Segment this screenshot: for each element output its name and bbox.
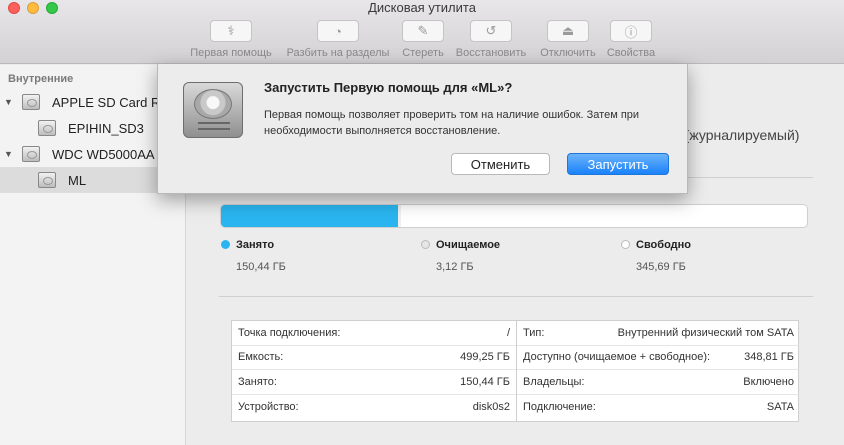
toolbar-info-label: Свойства xyxy=(606,47,656,59)
info-value: disk0s2 xyxy=(472,400,510,413)
toolbar-partition[interactable]: ◔ Разбить на разделы xyxy=(283,20,393,59)
drive-vent xyxy=(198,122,230,130)
info-key: Владельцы: xyxy=(523,375,585,388)
info-value: 499,25 ГБ xyxy=(460,351,510,364)
toolbar-erase-label: Стереть xyxy=(402,47,444,59)
legend-used-label: Занято xyxy=(236,239,275,251)
disk-icon xyxy=(22,94,40,110)
legend-used: Занято 150,44 ГБ xyxy=(221,237,286,273)
legend-purgeable: Очищаемое 3,12 ГБ xyxy=(421,237,500,273)
disk-icon xyxy=(22,146,40,162)
dialog-message: Первая помощь позволяет проверить том на… xyxy=(264,109,640,137)
sidebar-item-label: EPIHIN_SD3 xyxy=(68,120,144,136)
volume-type-text: d (журналируемый) xyxy=(673,127,800,143)
dialog-title: Запустить Первую помощь для «ML»? xyxy=(264,80,513,95)
stethoscope-icon[interactable]: ⚕ xyxy=(210,20,252,42)
sidebar-header: Внутренние xyxy=(8,73,74,85)
drive-platter xyxy=(194,89,232,119)
info-row: Тип: Внутренний физический том SATA xyxy=(517,321,800,346)
divider xyxy=(219,296,813,297)
legend-used-value: 150,44 ГБ xyxy=(236,261,286,273)
info-row: Устройство: disk0s2 xyxy=(232,395,516,420)
info-row: Подключение: SATA xyxy=(517,395,800,420)
info-key: Подключение: xyxy=(523,400,596,413)
disclosure-triangle-icon[interactable]: ▼ xyxy=(4,149,14,159)
info-value: Внутренний физический том SATA xyxy=(617,326,794,339)
info-value: / xyxy=(506,326,510,339)
unmount-icon[interactable]: ⏏ xyxy=(547,20,589,42)
sidebar-item-label: WDC WD5000AA xyxy=(52,146,155,162)
info-key: Тип: xyxy=(523,326,545,339)
legend-purgeable-dot xyxy=(421,240,430,249)
usage-bar-purgeable xyxy=(397,205,402,227)
hard-drive-icon xyxy=(183,82,243,138)
volume-icon xyxy=(38,120,56,136)
toolbar-unmount-label: Отключить xyxy=(540,47,596,59)
window-title: Дисковая утилита xyxy=(368,0,476,15)
legend-free: Свободно 345,69 ГБ xyxy=(621,237,691,273)
info-icon[interactable]: ⓘ xyxy=(610,20,652,42)
info-value: SATA xyxy=(766,400,794,413)
legend-free-dot xyxy=(621,240,630,249)
info-value: 150,44 ГБ xyxy=(460,375,510,388)
info-column-left: Точка подключения: / Емкость: 499,25 ГБ За… xyxy=(232,321,517,421)
legend-free-value: 345,69 ГБ xyxy=(636,261,686,273)
toolbar-restore-label: Восстановить xyxy=(455,47,527,59)
legend-free-label: Свободно xyxy=(636,239,691,251)
toolbar-unmount[interactable]: ⏏ Отключить xyxy=(536,20,600,59)
toolbar-restore[interactable]: ↺ Восстановить xyxy=(452,20,530,59)
info-key: Доступно (очищаемое + свободное): xyxy=(523,351,711,364)
sidebar-item-label: APPLE SD Card R xyxy=(52,94,161,110)
disclosure-triangle-icon[interactable]: ▼ xyxy=(4,97,14,107)
info-key: Точка подключения: xyxy=(238,326,341,339)
first-aid-dialog: Запустить Первую помощь для «ML»? Первая… xyxy=(157,64,688,194)
info-row: Точка подключения: / xyxy=(232,321,516,346)
volume-icon xyxy=(38,172,56,188)
usage-bar xyxy=(220,204,808,228)
toolbar-erase[interactable]: ✎ Стереть xyxy=(399,20,447,59)
legend-purgeable-label: Очищаемое xyxy=(436,239,501,251)
title-bar: Дисковая утилита ⚕ Первая помощь ◔ Разби… xyxy=(0,0,844,64)
info-key: Емкость: xyxy=(238,351,284,364)
info-row: Доступно (очищаемое + свободное): 348,81 … xyxy=(517,346,800,370)
volume-info-table: Точка подключения: / Емкость: 499,25 ГБ За… xyxy=(231,320,800,422)
info-value: Включено xyxy=(743,375,794,388)
sidebar-item-label: ML xyxy=(68,172,87,188)
toolbar-partition-label: Разбить на разделы xyxy=(286,47,390,59)
run-button[interactable]: Запустить xyxy=(567,153,669,175)
info-row: Занято: 150,44 ГБ xyxy=(232,370,516,395)
toolbar-first-aid-label: Первая помощь xyxy=(190,47,272,59)
legend-purgeable-value: 3,12 ГБ xyxy=(436,261,474,273)
info-row: Емкость: 499,25 ГБ xyxy=(232,346,516,370)
erase-icon[interactable]: ✎ xyxy=(402,20,444,42)
restore-icon[interactable]: ↺ xyxy=(470,20,512,42)
usage-bar-used xyxy=(221,205,398,227)
toolbar-info[interactable]: ⓘ Свойства xyxy=(604,20,658,59)
info-key: Устройство: xyxy=(238,400,299,413)
info-column-right: Тип: Внутренний физический том SATA Досту… xyxy=(517,321,800,421)
legend-used-dot xyxy=(221,240,230,249)
info-row: Владельцы: Включено xyxy=(517,370,800,395)
info-value: 348,81 ГБ xyxy=(744,351,794,364)
toolbar-first-aid[interactable]: ⚕ Первая помощь xyxy=(188,20,274,59)
partition-icon[interactable]: ◔ xyxy=(317,20,359,42)
cancel-button[interactable]: Отменить xyxy=(451,153,550,175)
info-key: Занято: xyxy=(238,375,277,388)
